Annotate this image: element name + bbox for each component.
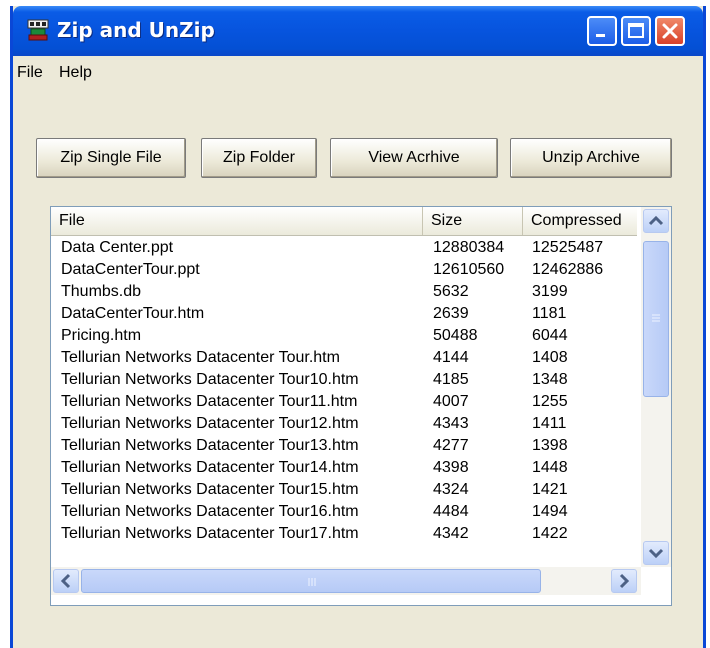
list-item[interactable]: DataCenterTour.htm 2639 1181 bbox=[51, 303, 637, 325]
scroll-down-icon bbox=[648, 548, 664, 559]
compressed-size-cell: 1398 bbox=[532, 437, 568, 454]
file-name-cell: Tellurian Networks Datacenter Tour16.htm bbox=[61, 503, 359, 520]
window-title: Zip and UnZip bbox=[57, 18, 215, 42]
menu-help[interactable]: Help bbox=[59, 64, 92, 82]
list-item[interactable]: DataCenterTour.ppt 12610560 12462886 bbox=[51, 259, 637, 281]
app-window: Zip and UnZip File Help Zip Single File … bbox=[10, 6, 706, 648]
compressed-size-cell: 6044 bbox=[532, 327, 568, 344]
zip-single-file-button[interactable]: Zip Single File bbox=[36, 138, 186, 178]
grip-icon bbox=[308, 578, 316, 586]
scroll-left-icon bbox=[60, 573, 71, 589]
file-name-cell: Tellurian Networks Datacenter Tour17.htm bbox=[61, 525, 359, 542]
scroll-left-button[interactable] bbox=[53, 569, 79, 593]
file-name-cell: DataCenterTour.htm bbox=[61, 305, 205, 322]
size-cell: 4342 bbox=[433, 525, 469, 542]
column-header-size[interactable]: Size bbox=[423, 207, 523, 235]
scroll-up-icon bbox=[648, 215, 664, 226]
scroll-down-button[interactable] bbox=[643, 541, 669, 565]
list-item[interactable]: Tellurian Networks Datacenter Tour.htm 41… bbox=[51, 347, 637, 369]
vertical-scroll-thumb[interactable] bbox=[643, 241, 669, 397]
compressed-size-cell: 3199 bbox=[532, 283, 568, 300]
file-name-cell: Tellurian Networks Datacenter Tour.htm bbox=[61, 349, 340, 366]
size-cell: 4185 bbox=[433, 371, 469, 388]
list-item[interactable]: Tellurian Networks Datacenter Tour14.htm… bbox=[51, 457, 637, 479]
size-cell: 4343 bbox=[433, 415, 469, 432]
list-item[interactable]: Tellurian Networks Datacenter Tour12.htm… bbox=[51, 413, 637, 435]
file-name-cell: Tellurian Networks Datacenter Tour14.htm bbox=[61, 459, 359, 476]
size-cell: 4277 bbox=[433, 437, 469, 454]
size-cell: 4398 bbox=[433, 459, 469, 476]
size-cell: 4007 bbox=[433, 393, 469, 410]
compressed-size-cell: 1494 bbox=[532, 503, 568, 520]
file-name-cell: DataCenterTour.ppt bbox=[61, 261, 200, 278]
file-name-cell: Tellurian Networks Datacenter Tour15.htm bbox=[61, 481, 359, 498]
scroll-right-button[interactable] bbox=[611, 569, 637, 593]
list-item[interactable]: Tellurian Networks Datacenter Tour11.htm… bbox=[51, 391, 637, 413]
size-cell: 4144 bbox=[433, 349, 469, 366]
file-name-cell: Data Center.ppt bbox=[61, 239, 174, 256]
list-item[interactable]: Tellurian Networks Datacenter Tour10.htm… bbox=[51, 369, 637, 391]
file-name-cell: Pricing.htm bbox=[61, 327, 142, 344]
size-cell: 4324 bbox=[433, 481, 469, 498]
list-item[interactable]: Tellurian Networks Datacenter Tour13.htm… bbox=[51, 435, 637, 457]
compressed-size-cell: 1348 bbox=[532, 371, 568, 388]
column-header-compressed[interactable]: Compressed bbox=[523, 207, 637, 235]
grip-icon bbox=[652, 314, 660, 322]
size-cell: 4484 bbox=[433, 503, 469, 520]
list-item[interactable]: Thumbs.db 5632 3199 bbox=[51, 281, 637, 303]
size-cell: 2639 bbox=[433, 305, 469, 322]
title-bar[interactable]: Zip and UnZip bbox=[13, 6, 703, 56]
list-rows: Data Center.ppt 12880384 12525487 DataCente… bbox=[51, 237, 637, 545]
close-button[interactable] bbox=[655, 16, 685, 46]
list-item[interactable]: Tellurian Networks Datacenter Tour15.htm… bbox=[51, 479, 637, 501]
compressed-size-cell: 1421 bbox=[532, 481, 568, 498]
size-cell: 12880384 bbox=[433, 239, 505, 256]
file-name-cell: Tellurian Networks Datacenter Tour12.htm bbox=[61, 415, 359, 432]
list-item[interactable]: Data Center.ppt 12880384 12525487 bbox=[51, 237, 637, 259]
file-name-cell: Tellurian Networks Datacenter Tour13.htm bbox=[61, 437, 359, 454]
list-item[interactable]: Pricing.htm 50488 6044 bbox=[51, 325, 637, 347]
compressed-size-cell: 1181 bbox=[532, 305, 567, 322]
file-name-cell: Thumbs.db bbox=[61, 283, 142, 300]
scroll-right-icon bbox=[619, 573, 630, 589]
app-icon bbox=[27, 19, 49, 41]
zip-folder-button[interactable]: Zip Folder bbox=[201, 138, 317, 178]
unzip-archive-button[interactable]: Unzip Archive bbox=[510, 138, 672, 178]
column-header-file[interactable]: File bbox=[51, 207, 423, 235]
compressed-size-cell: 1422 bbox=[532, 525, 568, 542]
file-name-cell: Tellurian Networks Datacenter Tour10.htm bbox=[61, 371, 359, 388]
menu-file[interactable]: File bbox=[17, 64, 43, 82]
list-item[interactable]: Tellurian Networks Datacenter Tour17.htm… bbox=[51, 523, 637, 545]
vertical-scrollbar[interactable] bbox=[641, 207, 671, 567]
scroll-up-button[interactable] bbox=[643, 209, 669, 233]
size-cell: 5632 bbox=[433, 283, 469, 300]
size-cell: 50488 bbox=[433, 327, 478, 344]
compressed-size-cell: 12462886 bbox=[532, 261, 604, 278]
compressed-size-cell: 1255 bbox=[532, 393, 568, 410]
file-list[interactable]: File Size Compressed Data Center.ppt 1288… bbox=[50, 206, 672, 606]
file-name-cell: Tellurian Networks Datacenter Tour11.htm bbox=[61, 393, 358, 410]
view-archive-button[interactable]: View Acrhive bbox=[330, 138, 498, 178]
compressed-size-cell: 1411 bbox=[532, 415, 567, 432]
minimize-icon bbox=[596, 34, 605, 37]
horizontal-scrollbar[interactable] bbox=[51, 567, 641, 595]
list-header: File Size Compressed bbox=[51, 207, 637, 236]
size-cell: 12610560 bbox=[433, 261, 505, 278]
maximize-icon bbox=[628, 23, 644, 38]
close-icon bbox=[662, 23, 678, 39]
maximize-button[interactable] bbox=[621, 16, 651, 46]
compressed-size-cell: 1408 bbox=[532, 349, 568, 366]
list-item[interactable]: Tellurian Networks Datacenter Tour16.htm… bbox=[51, 501, 637, 523]
compressed-size-cell: 1448 bbox=[532, 459, 568, 476]
compressed-size-cell: 12525487 bbox=[532, 239, 604, 256]
horizontal-scroll-thumb[interactable] bbox=[81, 569, 541, 593]
menu-bar: File Help bbox=[13, 56, 703, 86]
minimize-button[interactable] bbox=[587, 16, 617, 46]
